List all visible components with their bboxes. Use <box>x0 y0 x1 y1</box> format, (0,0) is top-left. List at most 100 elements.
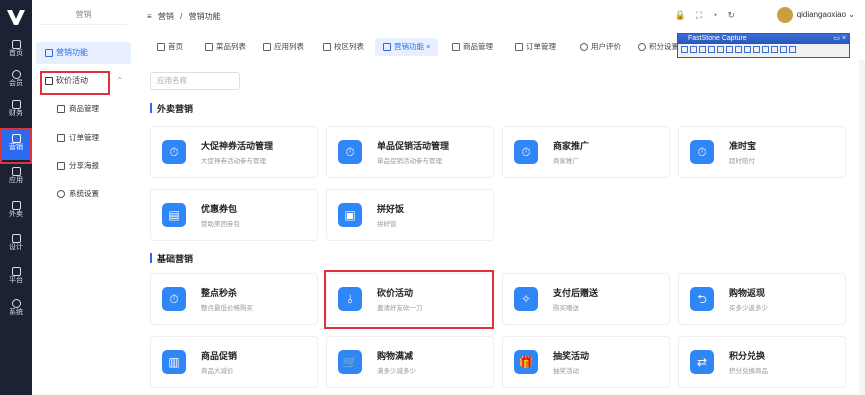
tab-icon <box>580 43 588 52</box>
capture-menu-icon[interactable] <box>753 46 760 53</box>
search-input[interactable]: 应用名称 <box>150 72 240 90</box>
breadcrumb-marketing[interactable]: 营销 <box>158 12 174 21</box>
capture-save-icon[interactable] <box>762 46 769 53</box>
stopwatch-icon: ⏱ <box>338 140 362 164</box>
scrollbar[interactable] <box>859 60 865 395</box>
card-group-meal[interactable]: ▣ 拼好饭 拼好饭 <box>326 189 494 241</box>
refresh-icon[interactable]: ↻ <box>727 10 745 20</box>
breadcrumb: ≡ 营销 / 营销功能 <box>147 12 221 21</box>
top-header: ≡ 营销 / 营销功能 🔒⛶◔↻ qidiangaoxiao ⌄ <box>135 0 865 35</box>
tab-icon <box>323 43 331 52</box>
capture-region-icon[interactable] <box>699 46 706 53</box>
capture-settings-icon[interactable] <box>780 46 787 53</box>
app-logo <box>7 10 25 25</box>
settings-icon <box>57 190 65 199</box>
tab-icon <box>157 43 165 52</box>
bell-icon[interactable]: ◔ <box>712 10 727 20</box>
capture-delay-icon[interactable] <box>771 46 778 53</box>
main-nav-rail: 首页 会员 财务 营销 应用 外卖 设计 平台 系统 <box>0 0 32 395</box>
user-menu[interactable]: qidiangaoxiao ⌄ <box>776 7 855 23</box>
fullscreen-icon[interactable]: ⛶ <box>696 10 712 20</box>
sidebar-sub-order-mgmt[interactable]: 订单管理 <box>57 129 99 147</box>
tab-icon <box>383 43 391 52</box>
tab-marketing-functions[interactable]: 营销功能 × <box>375 38 439 56</box>
secondary-sidebar: 营销 营销功能 砍价活动 ⌃ 商品管理 订单管理 分享海报 系统设置 <box>32 0 136 395</box>
lock-icon[interactable]: 🔒 <box>674 10 695 20</box>
card-full-reduction[interactable]: 🛒 购物满减 满多少减多少 <box>326 336 494 388</box>
capture-window-icon[interactable] <box>681 46 688 53</box>
header-tools: 🔒⛶◔↻ <box>674 10 745 21</box>
platform-icon <box>11 267 21 276</box>
rail-item-home[interactable]: 首页 <box>0 36 32 66</box>
capture-scroll-icon[interactable] <box>726 46 733 53</box>
card-product-promo[interactable]: ▥ 商品促销 商品大减价 <box>150 336 318 388</box>
rail-item-finance[interactable]: 财务 <box>0 96 32 126</box>
faststone-capture-toolbar[interactable]: FastStone Capture ▭ × <box>677 33 850 58</box>
sidebar-sub-product-mgmt[interactable]: 商品管理 <box>57 100 99 118</box>
stopwatch-icon: ⏱ <box>162 287 186 311</box>
marketing-icon <box>11 134 21 143</box>
tab-campus-list[interactable]: 校区列表 <box>315 38 372 56</box>
section-title-basic: 基础营销 <box>150 252 193 265</box>
collapse-menu-icon[interactable]: ≡ <box>147 12 152 21</box>
card-merchant-promo[interactable]: ⏱ 商家推广 商家推广 <box>502 126 670 178</box>
tab-app-list[interactable]: 应用列表 <box>255 38 312 56</box>
avatar <box>776 7 793 23</box>
ticket-icon: ▣ <box>338 203 362 227</box>
tab-icon <box>205 43 213 52</box>
faststone-title: FastStone Capture <box>678 34 849 44</box>
tab-icon <box>452 43 460 52</box>
tab-home[interactable]: 首页 <box>149 38 191 56</box>
card-bargain[interactable]: ⫰ 砍价活动 邀请好友砍一刀 <box>326 273 494 325</box>
tab-order-mgmt[interactable]: 订单管理 <box>507 38 564 56</box>
capture-video-icon[interactable] <box>744 46 751 53</box>
tab-dish-list[interactable]: 菜品列表 <box>197 38 254 56</box>
rail-item-platform[interactable]: 平台 <box>0 263 32 293</box>
rail-item-marketing[interactable]: 营销 <box>0 130 32 160</box>
capture-buttons <box>681 46 798 55</box>
card-points-exchange[interactable]: ⇄ 积分兑换 积分兑换商品 <box>678 336 846 388</box>
sidebar-sub-share-poster[interactable]: 分享海报 <box>57 157 99 175</box>
bargain-icon <box>45 76 53 85</box>
briefcase-icon: ▥ <box>162 350 186 374</box>
card-flash-sale[interactable]: ⏱ 整点秒杀 整点最低价格购买 <box>150 273 318 325</box>
rail-item-apps[interactable]: 应用 <box>0 163 32 193</box>
card-coupon-pack[interactable]: ▤ 优惠券包 赞助美团券包 <box>150 189 318 241</box>
card-on-time[interactable]: ⏱ 准时宝 超时赔付 <box>678 126 846 178</box>
main-content: 应用名称 外卖营销 ⏱ 大促神券活动管理 大促神券活动参与管理 ⏱ 单品促销活动管理单… <box>135 60 865 395</box>
breadcrumb-marketing-functions: 营销功能 <box>188 12 221 21</box>
sidebar-item-bargain[interactable]: 砍价活动 ⌃ <box>36 70 131 92</box>
tab-product-mgmt[interactable]: 商品管理 <box>444 38 501 56</box>
rail-item-takeout[interactable]: 外卖 <box>0 197 32 227</box>
bargain-icon: ⫰ <box>338 287 362 311</box>
capture-freehand-icon[interactable] <box>708 46 715 53</box>
stopwatch-icon: ⏱ <box>690 140 714 164</box>
home-icon <box>11 40 21 49</box>
card-mega-coupon[interactable]: ⏱ 大促神券活动管理 大促神券活动参与管理 <box>150 126 318 178</box>
stopwatch-icon: ⏱ <box>162 140 186 164</box>
tab-user-reviews[interactable]: 用户评价 <box>572 38 629 56</box>
card-post-pay-gift[interactable]: ✧ 支付后赠送 购买赠送 <box>502 273 670 325</box>
stopwatch-icon: ⏱ <box>514 140 538 164</box>
capture-fixed-icon[interactable] <box>735 46 742 53</box>
sidebar-sub-system-settings[interactable]: 系统设置 <box>57 185 99 203</box>
system-icon <box>11 299 21 308</box>
card-lottery[interactable]: 🎁 抽奖活动 抽奖活动 <box>502 336 670 388</box>
tab-icon <box>263 43 271 52</box>
finance-icon <box>11 100 21 109</box>
apps-icon <box>11 167 21 176</box>
rail-item-member[interactable]: 会员 <box>0 66 32 96</box>
grid-icon <box>45 48 53 57</box>
member-icon <box>11 70 21 79</box>
card-single-promo[interactable]: ⏱ 单品促销活动管理 单品促销活动参与管理 <box>326 126 494 178</box>
rail-item-system[interactable]: 系统 <box>0 295 32 325</box>
close-icon[interactable]: × <box>426 42 430 51</box>
capture-fullscreen-icon[interactable] <box>717 46 724 53</box>
window-controls[interactable]: ▭ × <box>833 34 846 42</box>
capture-object-icon[interactable] <box>690 46 697 53</box>
rail-item-design[interactable]: 设计 <box>0 230 32 260</box>
card-cashback[interactable]: ⮌ 购物返现 买多少返多少 <box>678 273 846 325</box>
chevron-up-icon: ⌃ <box>116 76 123 85</box>
capture-edit-icon[interactable] <box>789 46 796 53</box>
sidebar-item-marketing-functions[interactable]: 营销功能 <box>36 42 131 64</box>
